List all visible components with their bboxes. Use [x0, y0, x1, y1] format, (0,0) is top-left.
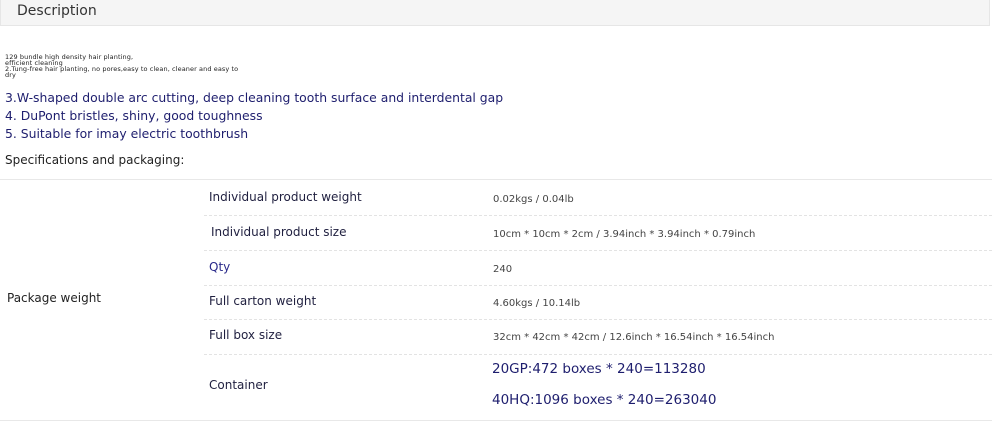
row-value-box-size: 32cm * 42cm * 42cm / 12.6inch * 16.54inc… [493, 332, 775, 343]
feature-line-5: 5. Suitable for imay electric toothbrush [5, 126, 249, 141]
row-divider [204, 319, 992, 320]
table-bottom-border [0, 420, 992, 421]
package-weight-label: Package weight [7, 291, 102, 305]
table-top-border [0, 179, 992, 180]
row-divider [204, 215, 992, 216]
specs-title: Specifications and packaging: [5, 153, 185, 167]
row-value-individual-weight: 0.02kgs / 0.04lb [493, 194, 574, 205]
row-label-carton-weight: Full carton weight [209, 294, 317, 308]
row-value-carton-weight: 4.60kgs / 10.14lb [493, 298, 581, 309]
row-label-container: Container [209, 378, 268, 392]
row-divider [204, 354, 992, 355]
row-divider [204, 285, 992, 286]
row-label-individual-weight: Individual product weight [209, 190, 362, 204]
row-value-qty: 240 [493, 264, 513, 275]
row-value-container-20gp: 20GP:472 boxes * 240=113280 [492, 361, 706, 377]
row-label-box-size: Full box size [209, 328, 283, 342]
row-value-individual-size: 10cm * 10cm * 2cm / 3.94inch * 3.94inch … [493, 229, 756, 240]
row-label-qty: Qty [209, 260, 231, 274]
row-value-container-40hq: 40HQ:1096 boxes * 240=263040 [492, 392, 717, 408]
row-divider [204, 250, 992, 251]
feature-line-4: 4. DuPont bristles, shiny, good toughnes… [5, 108, 263, 123]
description-tab-header: Description [0, 0, 990, 26]
feature-line-2a: 2.Tung-free hair planting, no pores,easy… [5, 65, 239, 73]
feature-line-3: 3.W-shaped double arc cutting, deep clea… [5, 90, 504, 105]
feature-line-2b: dry [5, 71, 16, 79]
row-label-individual-size: Individual product size [211, 225, 347, 239]
description-title: Description [17, 3, 97, 19]
